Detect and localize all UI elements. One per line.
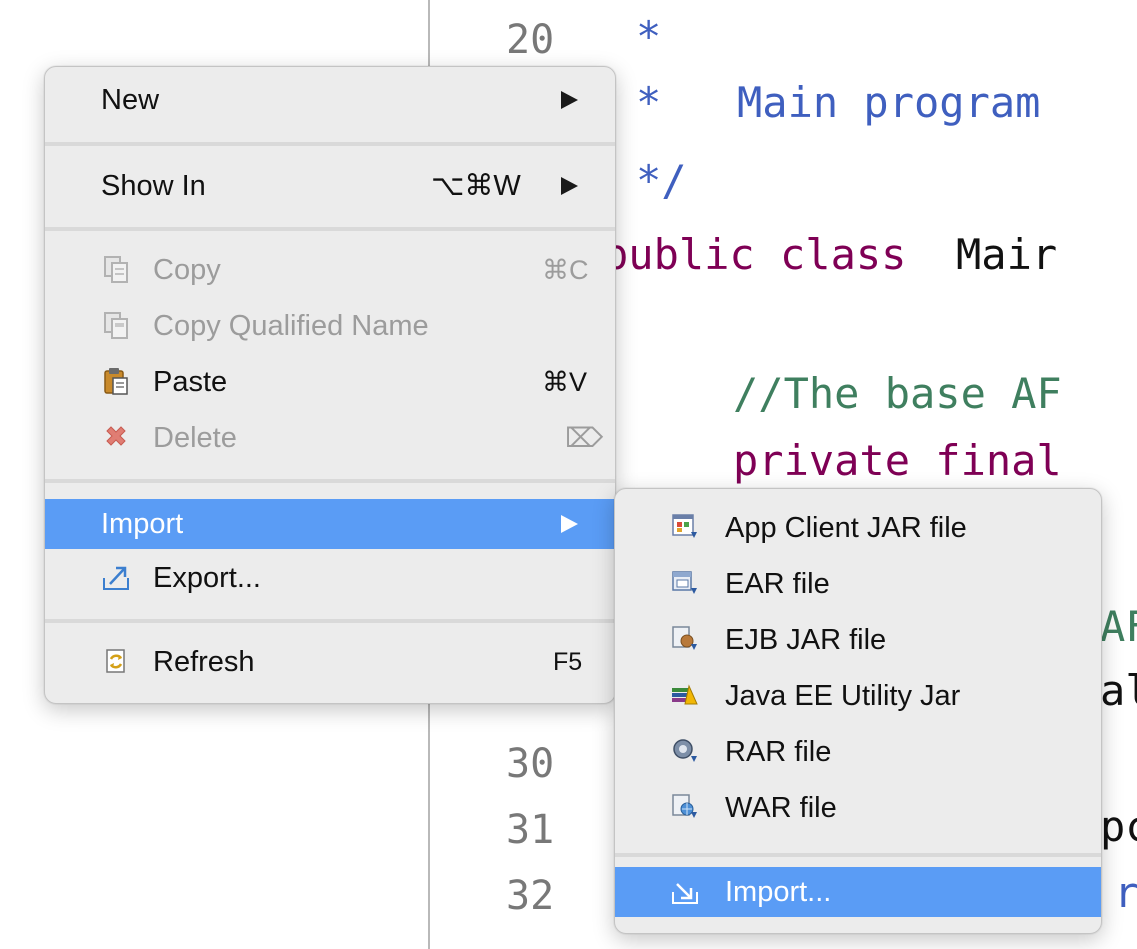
import-submenu: App Client JAR file EAR file EJB JAR fil… — [614, 488, 1102, 934]
submenu-item-label: RAR file — [725, 736, 832, 768]
menu-separator — [45, 619, 615, 623]
submenu-item-rar-file[interactable]: RAR file — [615, 729, 1101, 775]
delete-icon — [106, 426, 126, 446]
menu-item-paste-label: Paste — [153, 366, 228, 398]
menu-item-show-in-shortcut: ⌥⌘W — [431, 170, 521, 202]
paste-icon — [104, 368, 128, 395]
war-file-icon — [672, 794, 697, 818]
submenu-arrow-icon — [561, 515, 578, 533]
menu-item-new-label: New — [101, 84, 160, 116]
ear-file-icon — [672, 571, 697, 594]
code-line-20: * — [636, 12, 662, 61]
submenu-item-app-client-jar[interactable]: App Client JAR file — [615, 505, 1101, 551]
submenu-item-ejb-jar[interactable]: EJB JAR file — [615, 617, 1101, 663]
context-menu: New Show In ⌥⌘W Copy ⌘C Copy Qualified N… — [44, 66, 616, 704]
line-number-30: 30 — [506, 741, 555, 787]
code-line-31: pc — [1100, 802, 1137, 851]
line-number-32: 32 — [506, 873, 555, 919]
menu-item-refresh-label: Refresh — [153, 646, 255, 678]
menu-item-show-in[interactable]: Show In ⌥⌘W — [45, 163, 615, 209]
ejb-jar-icon — [672, 626, 697, 650]
menu-item-copy-qualified-name[interactable]: Copy Qualified Name — [45, 303, 615, 349]
menu-item-export[interactable]: Export... — [45, 555, 615, 601]
menu-separator — [615, 853, 1101, 857]
code-line-29: al — [1100, 666, 1137, 715]
code-line-26: private final — [733, 436, 1062, 485]
menu-item-delete-label: Delete — [153, 422, 237, 454]
menu-item-export-label: Export... — [153, 562, 261, 594]
import-icon — [672, 883, 698, 904]
submenu-item-label: Java EE Utility Jar — [725, 680, 961, 712]
menu-item-copy-qualified-name-label: Copy Qualified Name — [153, 310, 429, 342]
line-number-31: 31 — [506, 807, 555, 853]
menu-item-delete-shortcut: ⌦ — [565, 423, 604, 453]
menu-item-delete[interactable]: Delete ⌦ — [45, 415, 615, 461]
code-line-23-name: Mair — [956, 230, 1058, 279]
submenu-item-label: EAR file — [725, 568, 830, 600]
menu-item-import[interactable]: Import — [45, 499, 615, 549]
menu-separator — [45, 227, 615, 231]
menu-item-copy-shortcut: ⌘C — [542, 255, 589, 285]
submenu-item-import-wizard[interactable]: Import... — [615, 867, 1101, 917]
submenu-item-label: EJB JAR file — [725, 624, 887, 656]
submenu-arrow-icon — [561, 177, 578, 195]
code-line-25: //The base AF — [733, 369, 1062, 418]
submenu-item-import-wizard-label: Import... — [725, 876, 832, 908]
menu-item-paste-shortcut: ⌘V — [542, 367, 588, 397]
export-icon — [103, 566, 129, 590]
submenu-item-label: WAR file — [725, 792, 837, 824]
menu-item-import-label: Import — [101, 508, 184, 540]
menu-item-paste[interactable]: Paste ⌘V — [45, 359, 615, 405]
refresh-icon — [106, 649, 125, 673]
code-line-32: r — [1114, 868, 1137, 917]
code-line-21-text: Main program — [737, 78, 1041, 127]
menu-item-show-in-label: Show In — [101, 170, 206, 202]
code-line-28: AF — [1100, 602, 1137, 651]
submenu-item-ear-file[interactable]: EAR file — [615, 561, 1101, 607]
app-client-jar-icon — [672, 514, 697, 538]
line-number-20: 20 — [506, 17, 555, 63]
code-line-21-star: * — [636, 78, 662, 127]
submenu-arrow-icon — [561, 91, 578, 109]
menu-item-copy[interactable]: Copy ⌘C — [45, 247, 615, 293]
menu-separator — [45, 142, 615, 146]
menu-item-refresh-shortcut: F5 — [553, 648, 583, 676]
submenu-item-label: App Client JAR file — [725, 512, 967, 544]
menu-item-new[interactable]: New — [45, 77, 615, 123]
menu-item-copy-label: Copy — [153, 254, 221, 286]
java-ee-utility-jar-icon — [672, 684, 698, 705]
menu-item-refresh[interactable]: Refresh F5 — [45, 639, 615, 685]
submenu-item-java-ee-utility-jar[interactable]: Java EE Utility Jar — [615, 673, 1101, 719]
code-line-23-keyword: public class — [603, 230, 907, 279]
copy-qualified-name-icon — [104, 312, 128, 339]
rar-file-icon — [673, 739, 697, 762]
menu-separator — [45, 479, 615, 483]
copy-icon — [104, 256, 128, 283]
code-line-22: */ — [636, 156, 687, 205]
submenu-item-war-file[interactable]: WAR file — [615, 785, 1101, 831]
